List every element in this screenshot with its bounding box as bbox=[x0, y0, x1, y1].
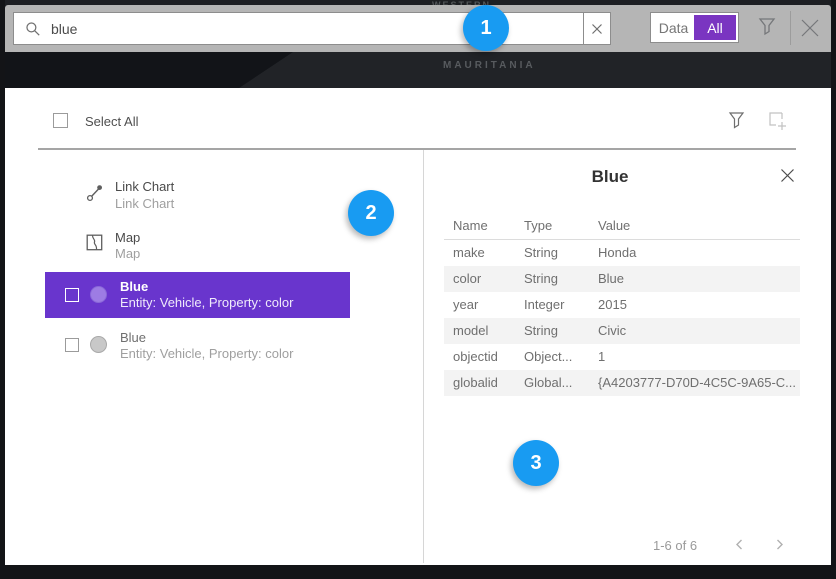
cell-name: make bbox=[453, 240, 485, 266]
map-label-mauritania: MAURITANIA bbox=[443, 60, 536, 71]
table-row: make String Honda bbox=[444, 240, 800, 266]
result-title[interactable]: Map bbox=[115, 230, 140, 245]
column-header-type: Type bbox=[524, 218, 552, 233]
cell-value: Civic bbox=[598, 318, 626, 344]
close-icon bbox=[799, 17, 821, 39]
scope-option-data[interactable]: Data bbox=[653, 15, 694, 40]
table-row: year Integer 2015 bbox=[444, 292, 800, 318]
result-subtitle: Map bbox=[115, 246, 140, 261]
result-item-link-chart[interactable] bbox=[86, 183, 104, 207]
entity-dot-icon bbox=[90, 336, 107, 353]
filter-icon bbox=[757, 16, 777, 38]
toolbar-filter-button[interactable] bbox=[757, 16, 777, 43]
detail-title: Blue bbox=[440, 167, 780, 187]
callout-badge-1: 1 bbox=[463, 5, 509, 51]
select-all-label: Select All bbox=[85, 114, 138, 129]
table-row: objectid Object... 1 bbox=[444, 344, 800, 370]
callout-badge-3: 3 bbox=[513, 440, 559, 486]
cell-name: globalid bbox=[453, 370, 498, 396]
search-query-text: blue bbox=[51, 21, 77, 37]
cell-type: String bbox=[524, 318, 558, 344]
cell-value: 2015 bbox=[598, 292, 627, 318]
result-subtitle: Link Chart bbox=[115, 196, 174, 211]
detail-close-button[interactable] bbox=[780, 168, 795, 188]
result-checkbox[interactable] bbox=[65, 338, 79, 352]
cell-name: year bbox=[453, 292, 478, 318]
cell-type: Object... bbox=[524, 344, 572, 370]
pagination-next-button[interactable] bbox=[773, 538, 786, 556]
result-title[interactable]: Link Chart bbox=[115, 179, 174, 194]
list-detail-divider bbox=[423, 150, 424, 563]
table-row: globalid Global... {A4203777-D70D-4C5C-9… bbox=[444, 370, 800, 396]
result-checkbox[interactable] bbox=[65, 288, 79, 302]
result-subtitle: Entity: Vehicle, Property: color bbox=[120, 295, 293, 310]
clear-search-button[interactable] bbox=[583, 12, 611, 45]
header-divider bbox=[38, 148, 796, 150]
search-scope-toggle: Data All bbox=[650, 12, 739, 43]
result-subtitle: Entity: Vehicle, Property: color bbox=[120, 346, 293, 361]
cell-value: 1 bbox=[598, 344, 605, 370]
table-row: model String Civic bbox=[444, 318, 800, 344]
chevron-right-icon bbox=[773, 538, 786, 551]
cell-type: String bbox=[524, 266, 558, 292]
cell-name: objectid bbox=[453, 344, 498, 370]
toolbar-divider bbox=[790, 11, 791, 45]
cell-name: model bbox=[453, 318, 488, 344]
select-all-checkbox[interactable] bbox=[53, 113, 68, 128]
chevron-left-icon bbox=[733, 538, 746, 551]
app-window: WESTERN blue Data All bbox=[0, 0, 836, 579]
cell-type: Global... bbox=[524, 370, 572, 396]
add-selection-icon bbox=[768, 111, 788, 131]
scope-option-all[interactable]: All bbox=[694, 15, 736, 40]
cell-value: Blue bbox=[598, 266, 624, 292]
cell-type: String bbox=[524, 240, 558, 266]
column-header-name: Name bbox=[453, 218, 488, 233]
column-header-value: Value bbox=[598, 218, 630, 233]
table-row: color String Blue bbox=[444, 266, 800, 292]
callout-badge-2: 2 bbox=[348, 190, 394, 236]
cell-value: {A4203777-D70D-4C5C-9A65-C... bbox=[598, 370, 796, 396]
clear-icon bbox=[591, 23, 603, 35]
result-item-blue-selected[interactable]: Blue Entity: Vehicle, Property: color bbox=[45, 272, 350, 318]
cell-value: Honda bbox=[598, 240, 636, 266]
pagination-label: 1-6 of 6 bbox=[653, 538, 697, 553]
search-box: blue bbox=[13, 12, 611, 45]
cell-name: color bbox=[453, 266, 481, 292]
map-background: MAURITANIA bbox=[5, 52, 831, 88]
filter-icon bbox=[728, 111, 745, 131]
result-item-map[interactable] bbox=[86, 234, 103, 256]
map-icon bbox=[86, 234, 103, 251]
result-title: Blue bbox=[120, 330, 146, 345]
close-icon bbox=[780, 168, 795, 183]
result-item-blue[interactable]: Blue Entity: Vehicle, Property: color bbox=[45, 326, 350, 372]
toolbar-close-button[interactable] bbox=[799, 17, 821, 44]
cell-type: Integer bbox=[524, 292, 564, 318]
add-to-selection-button[interactable] bbox=[768, 111, 788, 136]
link-chart-icon bbox=[86, 183, 104, 202]
results-filter-button[interactable] bbox=[728, 111, 745, 136]
map-landmass bbox=[5, 52, 305, 88]
result-title: Blue bbox=[120, 279, 148, 294]
entity-dot-icon bbox=[90, 286, 107, 303]
search-icon bbox=[25, 21, 41, 37]
pagination-prev-button[interactable] bbox=[733, 538, 746, 556]
